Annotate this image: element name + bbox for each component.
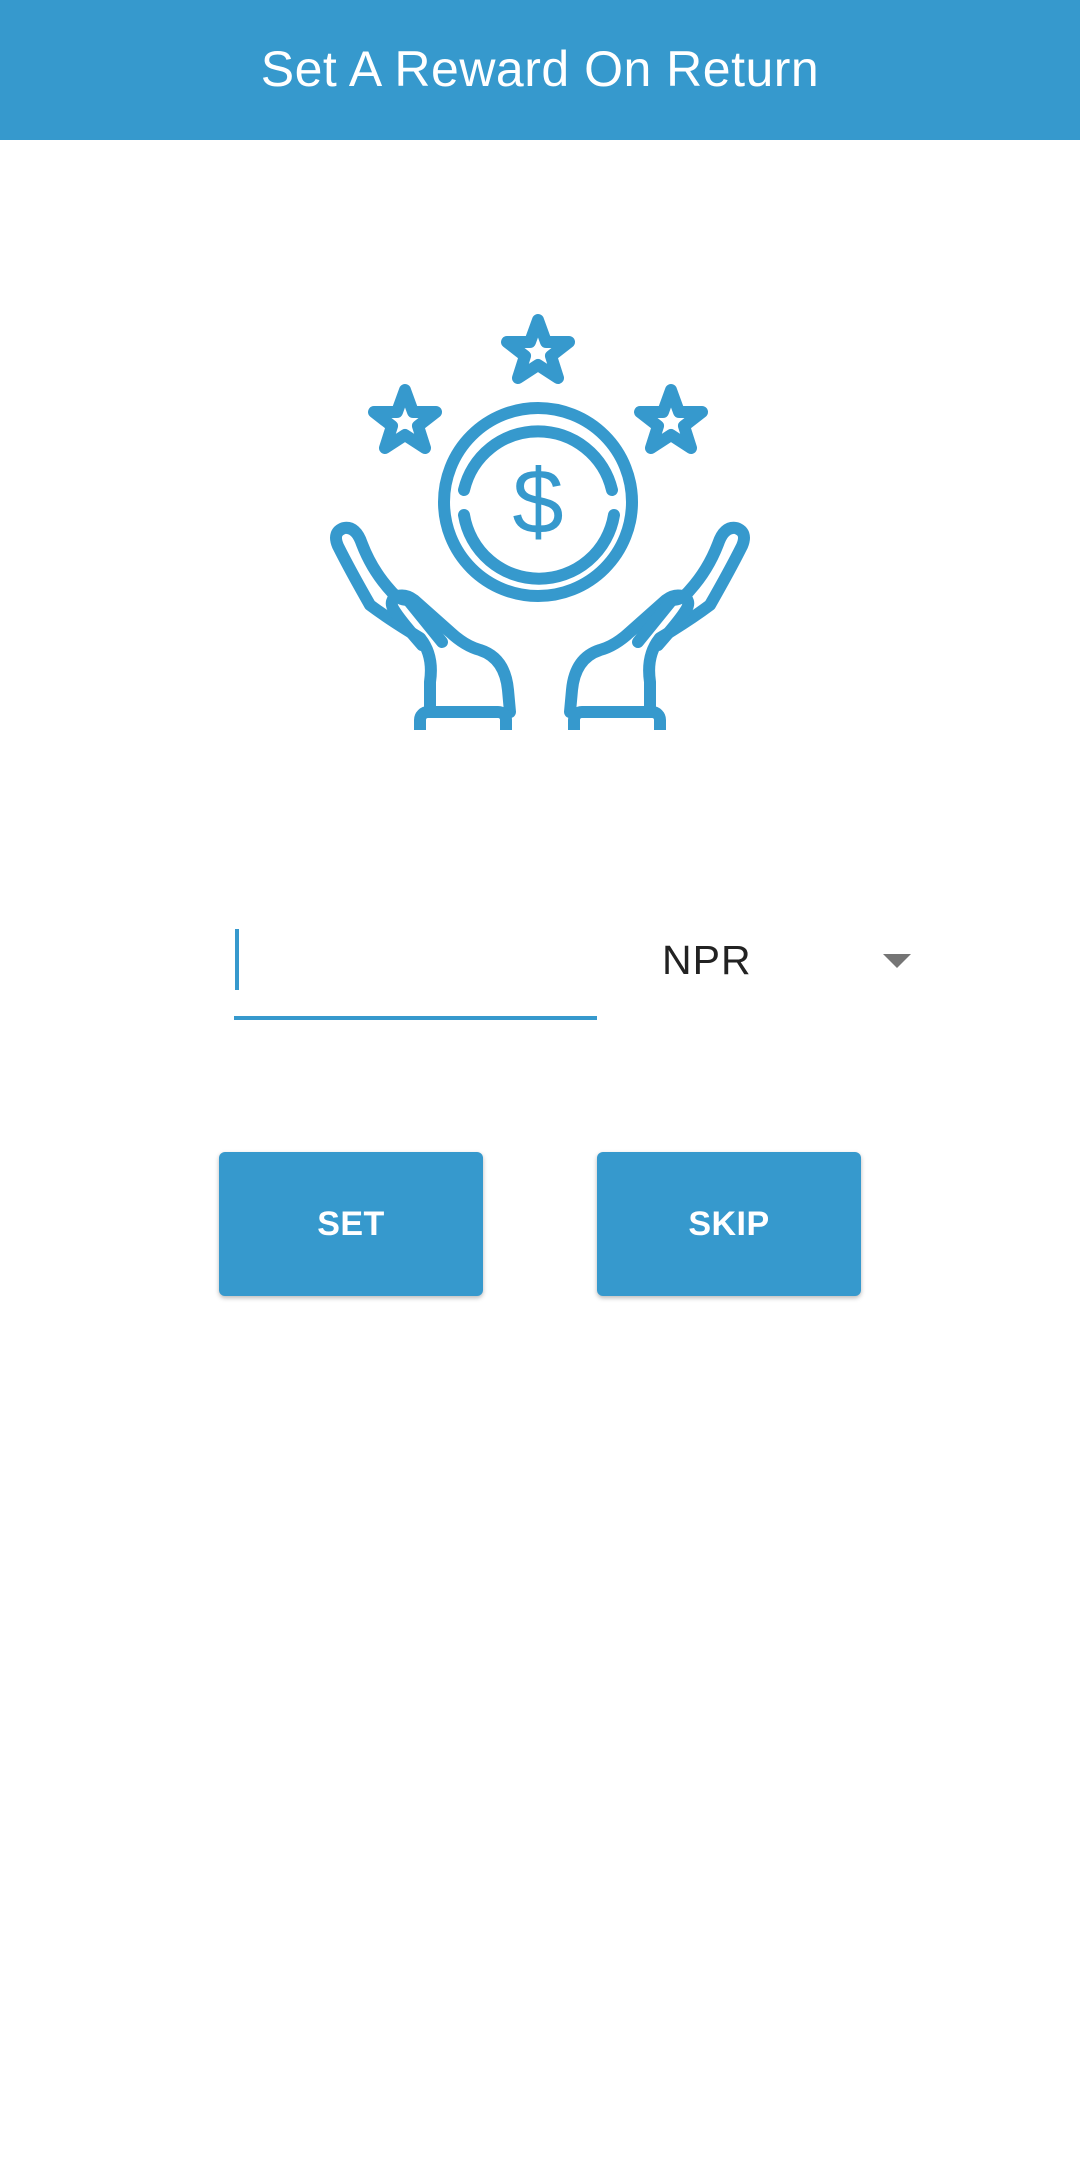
amount-field[interactable]	[234, 912, 597, 1020]
dollar-sign-icon: $	[512, 451, 563, 553]
cuff-icon	[568, 706, 666, 730]
star-icon	[634, 384, 708, 454]
app-bar: Set A Reward On Return	[0, 0, 1080, 140]
currency-dropdown[interactable]: NPR	[640, 920, 920, 1000]
amount-input[interactable]	[234, 912, 597, 1012]
star-icon	[501, 314, 575, 384]
page-title: Set A Reward On Return	[260, 41, 820, 97]
dropdown-arrow-icon	[883, 954, 911, 968]
text-cursor	[235, 929, 239, 990]
reward-illustration: $	[330, 300, 750, 730]
reward-coin-hands-icon: $	[330, 314, 750, 730]
skip-button[interactable]: SKIP	[597, 1152, 861, 1296]
set-button[interactable]: SET	[219, 1152, 483, 1296]
star-icon	[368, 384, 442, 454]
cuff-icon	[414, 706, 512, 730]
currency-selected-value: NPR	[662, 936, 752, 983]
